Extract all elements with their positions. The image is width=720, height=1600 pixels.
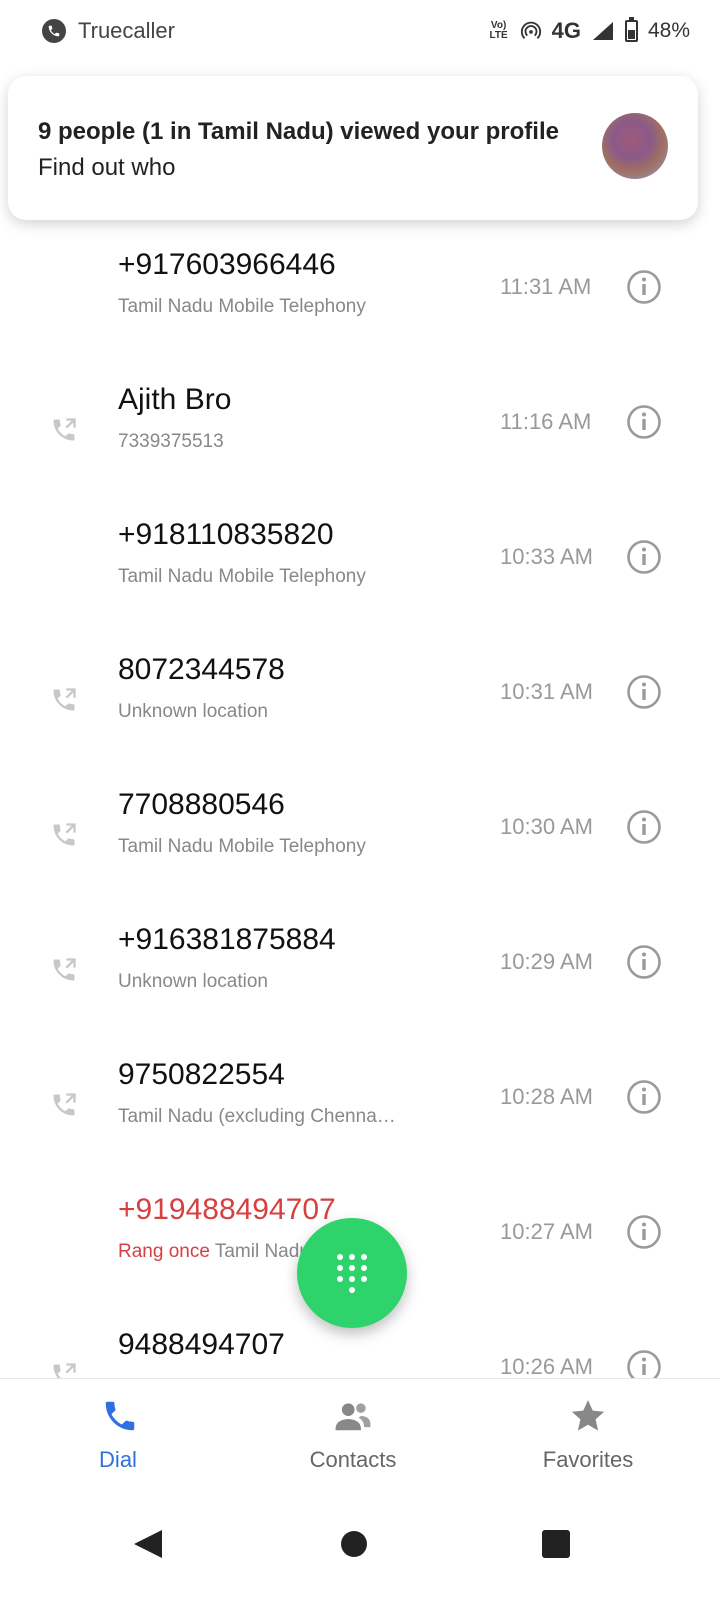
call-log-row[interactable]: 8072344578 Unknown location 10:31 AM	[0, 625, 720, 760]
star-icon	[571, 1400, 605, 1431]
info-icon[interactable]	[626, 269, 662, 305]
info-icon[interactable]	[626, 539, 662, 575]
call-log-row[interactable]: +917603966446 Tamil Nadu Mobile Telephony…	[0, 220, 720, 355]
call-contact-name: +919488494707	[118, 1193, 336, 1226]
status-bar: Truecaller Vo) LTE 4G 48%	[0, 0, 720, 64]
call-time: 10:28 AM	[500, 1084, 593, 1109]
call-subtitle: Rang once Tamil Nadu	[118, 1241, 310, 1263]
call-time: 10:31 AM	[500, 679, 593, 704]
rang-once-label: Rang once	[118, 1241, 210, 1262]
dialpad-icon	[337, 1254, 367, 1293]
call-location: Tamil Nadu Mobile Telephony	[118, 296, 366, 317]
call-contact-name: 8072344578	[118, 653, 285, 686]
profile-avatar	[602, 113, 668, 179]
call-subtitle: Tamil Nadu (excluding Chenna…	[118, 1106, 396, 1128]
call-location: Unknown location	[118, 701, 268, 722]
call-log-row[interactable]: Ajith Bro 7339375513 11:16 AM	[0, 355, 720, 490]
info-icon[interactable]	[626, 1349, 662, 1378]
volte-icon: Vo) LTE	[489, 20, 508, 41]
call-time: 11:31 AM	[500, 274, 592, 299]
battery-icon	[624, 17, 638, 42]
call-log-row[interactable]: +916381875884 Unknown location 10:29 AM	[0, 895, 720, 1030]
call-time: 10:30 AM	[500, 814, 593, 839]
outgoing-call-icon	[53, 823, 76, 846]
call-location: Tamil Nadu Mobile Telephony	[118, 836, 366, 857]
call-log-row[interactable]: +918110835820 Tamil Nadu Mobile Telephony…	[0, 490, 720, 625]
call-location: 7339375513	[118, 431, 224, 452]
back-icon[interactable]	[118, 1514, 178, 1574]
home-icon[interactable]	[324, 1514, 384, 1574]
call-log-row[interactable]: 7708880546 Tamil Nadu Mobile Telephony 10:…	[0, 760, 720, 895]
tab-contacts-label: Contacts	[309, 1447, 397, 1472]
tab-dial[interactable]: Dial	[0, 1379, 240, 1491]
notification-subtitle: Find out who	[38, 154, 176, 181]
status-app-name: Truecaller	[78, 18, 175, 43]
notification-title: 9 people (1 in Tamil Nadu) viewed your p…	[38, 118, 559, 145]
call-time: 10:33 AM	[500, 544, 593, 569]
profile-views-notification[interactable]: 9 people (1 in Tamil Nadu) viewed your p…	[8, 76, 698, 220]
call-contact-name: +916381875884	[118, 923, 336, 956]
call-log-row[interactable]: 9750822554 Tamil Nadu (excluding Chenna… 1…	[0, 1030, 720, 1165]
status-left: Truecaller	[42, 18, 175, 44]
call-subtitle: Unknown location	[118, 701, 268, 723]
outgoing-call-icon	[53, 958, 76, 981]
call-location: Tamil Nadu (excluding Chenna…	[118, 1106, 396, 1127]
call-subtitle: Tamil Nadu Mobile Telephony	[118, 836, 366, 858]
call-time: 10:27 AM	[500, 1219, 593, 1244]
system-nav-bar	[0, 1490, 720, 1600]
call-contact-name: +917603966446	[118, 248, 336, 281]
network-type: 4G	[551, 18, 581, 43]
call-time: 10:26 AM	[500, 1354, 593, 1378]
signal-icon	[592, 22, 613, 40]
call-contact-name: +918110835820	[118, 518, 334, 551]
info-icon[interactable]	[626, 1079, 662, 1115]
call-contact-name: 9488494707	[118, 1328, 285, 1361]
info-icon[interactable]	[626, 944, 662, 980]
call-contact-name: 7708880546	[118, 788, 285, 821]
call-log-list[interactable]: +917603966446 Tamil Nadu Mobile Telephony…	[0, 220, 720, 1378]
outgoing-call-icon	[53, 418, 76, 441]
bottom-nav: Dial Contacts Favorites	[0, 1378, 720, 1490]
battery-percent: 48%	[647, 19, 690, 42]
call-time: 11:16 AM	[500, 409, 592, 434]
info-icon[interactable]	[626, 1214, 662, 1250]
call-subtitle: Tamil Nadu Mobile Telephony	[118, 566, 366, 588]
call-location: Tamil Nadu	[214, 1241, 310, 1262]
call-contact-name: Ajith Bro	[118, 383, 232, 416]
info-icon[interactable]	[626, 404, 662, 440]
tab-contacts[interactable]: Contacts	[233, 1379, 473, 1491]
outgoing-call-icon	[53, 1363, 76, 1378]
call-location: Unknown location	[118, 971, 268, 992]
outgoing-call-icon	[53, 688, 76, 711]
info-icon[interactable]	[626, 674, 662, 710]
call-subtitle: Unknown location	[118, 971, 268, 993]
tab-favorites-label: Favorites	[542, 1447, 634, 1472]
contacts-icon	[335, 1403, 371, 1431]
call-subtitle: Tamil Nadu Mobile Telephony	[118, 296, 366, 318]
tab-dial-label: Dial	[99, 1447, 137, 1472]
status-right: Vo) LTE 4G 48%	[488, 17, 690, 44]
hotspot-icon	[520, 21, 541, 39]
call-subtitle: 7339375513	[118, 431, 224, 453]
dialpad-button[interactable]	[297, 1218, 407, 1328]
phone-icon	[105, 1401, 135, 1431]
call-location: Tamil Nadu Mobile Telephony	[118, 566, 366, 587]
info-icon[interactable]	[626, 809, 662, 845]
outgoing-call-icon	[53, 1093, 76, 1116]
truecaller-app-icon	[42, 19, 66, 43]
tab-favorites[interactable]: Favorites	[468, 1379, 708, 1491]
recents-icon[interactable]	[526, 1514, 586, 1574]
call-contact-name: 9750822554	[118, 1058, 285, 1091]
call-time: 10:29 AM	[500, 949, 593, 974]
